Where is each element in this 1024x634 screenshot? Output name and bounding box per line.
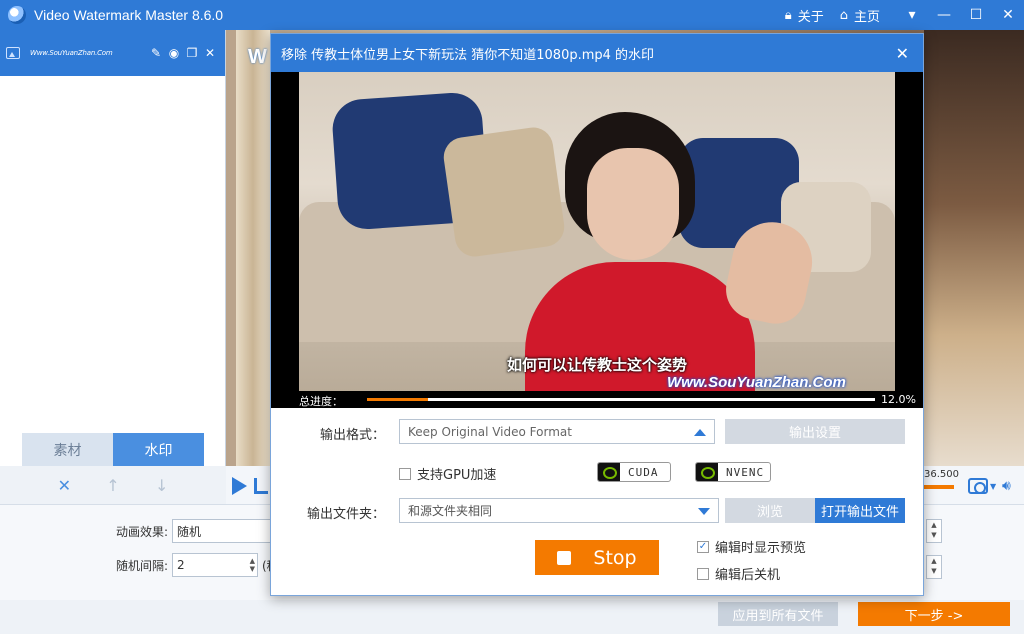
- menu-dropdown-button[interactable]: ▾: [896, 0, 928, 30]
- next-step-button[interactable]: 下一步 ->: [858, 602, 1010, 626]
- gpu-acceleration-checkbox[interactable]: 支持GPU加速: [399, 464, 496, 483]
- minimize-button[interactable]: —: [928, 0, 960, 30]
- dialog-close-button[interactable]: ✕: [896, 44, 909, 63]
- dialog-title: 移除 传教士体位男上女下新玩法 猜你不知道1080p.mp4 的水印: [281, 47, 655, 63]
- camera-dropdown-icon[interactable]: ▼: [990, 482, 996, 491]
- play-icon[interactable]: [232, 477, 247, 495]
- output-format-value: Keep Original Video Format: [408, 424, 572, 439]
- preview-checkbox-box: ✓: [697, 540, 709, 553]
- panel-tabs: 素材 水印: [22, 433, 204, 466]
- about-label: 关于: [797, 9, 824, 25]
- animation-select[interactable]: 随机: [172, 519, 272, 543]
- step-forward-icon[interactable]: [254, 478, 268, 494]
- video-person-face: [587, 148, 679, 260]
- preview-watermark-letter: W: [248, 46, 267, 68]
- apply-to-all-button[interactable]: 应用到所有文件: [718, 602, 838, 626]
- home-link[interactable]: ⌂ 主页: [840, 6, 880, 25]
- video-subtitle: 如何可以让传教士这个姿势: [506, 356, 687, 374]
- gpu-label: 支持GPU加速: [417, 468, 497, 483]
- interval-input[interactable]: 2 ▲ ▼: [172, 553, 258, 577]
- preview-while-editing-label: 编辑时显示预览: [715, 541, 807, 556]
- time-readout: 36.500: [924, 469, 959, 480]
- progress-track: [367, 398, 875, 401]
- interval-label: 随机间隔:: [115, 558, 168, 573]
- title-bar-actions: 🔒︎ 关于 ⌂ 主页 ▾ — ☐ ✕: [785, 0, 1024, 30]
- watermark-list-panel: Www.SouYuanZhan.Com ✎ ◉ ❐ ✕ 素材 水印: [0, 30, 226, 466]
- preview-curtain: [236, 30, 270, 466]
- copy-icon[interactable]: ❐: [183, 46, 201, 60]
- remove-x-icon[interactable]: ✕: [58, 476, 71, 495]
- close-window-button[interactable]: ✕: [992, 0, 1024, 30]
- browse-button[interactable]: 浏览: [725, 498, 815, 523]
- app-logo-icon: [8, 6, 26, 24]
- image-icon: [6, 47, 20, 59]
- gpu-checkbox-box: [399, 467, 411, 480]
- output-folder-select[interactable]: 和源文件夹相同: [399, 498, 719, 523]
- cuda-badge[interactable]: CUDA: [597, 462, 671, 482]
- list-toolbar: ✕ ↑ ↓: [0, 466, 226, 504]
- tab-watermark[interactable]: 水印: [113, 433, 204, 466]
- interval-value: 2: [177, 558, 185, 572]
- move-down-arrow-icon[interactable]: ↓: [155, 476, 168, 495]
- video-frame: 如何可以让传教士这个姿势 Www.SouYuanZhan.Com: [299, 72, 895, 392]
- watermark-item-text: Www.SouYuanZhan.Com: [30, 49, 113, 57]
- progress-percent: 12.0%: [881, 393, 916, 406]
- output-settings-button[interactable]: 输出设置: [725, 419, 905, 444]
- total-progress: 总进度： 12.0%: [271, 391, 923, 408]
- preview-shelf: [924, 30, 1024, 466]
- nvenc-label: NVENC: [726, 465, 765, 479]
- right-spinner-2[interactable]: ▲ ▼: [926, 555, 942, 579]
- timeline-bar[interactable]: [924, 485, 954, 489]
- right-spinner-1[interactable]: ▲ ▼: [926, 519, 942, 543]
- delete-x-icon[interactable]: ✕: [201, 46, 219, 60]
- nvidia-icon: [696, 463, 718, 481]
- interval-row: 随机间隔: 2 ▲▼ (秒: [112, 553, 279, 577]
- app-title: Video Watermark Master 8.6.0: [34, 7, 224, 23]
- footer-bar: 应用到所有文件 下一步 ->: [0, 600, 1024, 634]
- shutdown-checkbox-box: [697, 567, 709, 580]
- watermark-list-item[interactable]: Www.SouYuanZhan.Com ✎ ◉ ❐ ✕: [0, 30, 225, 76]
- output-folder-value: 和源文件夹相同: [408, 504, 493, 518]
- volume-icon[interactable]: 🔊︎: [1002, 478, 1011, 494]
- chevron-up-icon: [694, 429, 706, 436]
- eye-icon[interactable]: ◉: [165, 46, 183, 60]
- progress-label: 总进度：: [299, 395, 343, 408]
- about-link[interactable]: 🔒︎ 关于: [785, 6, 824, 25]
- interval-spinner[interactable]: ▲ ▼: [250, 557, 255, 573]
- nvidia-icon: [598, 463, 620, 481]
- move-up-arrow-icon[interactable]: ↑: [106, 476, 119, 495]
- output-folder-label: 输出文件夹：: [306, 507, 385, 522]
- nvenc-badge[interactable]: NVENC: [695, 462, 771, 482]
- progress-fill: [367, 398, 428, 401]
- edit-pencil-icon[interactable]: ✎: [147, 46, 165, 60]
- output-format-select[interactable]: Keep Original Video Format: [399, 419, 715, 444]
- dialog-header: 移除 传教士体位男上女下新玩法 猜你不知道1080p.mp4 的水印: [271, 34, 923, 72]
- stop-button[interactable]: Stop: [535, 540, 659, 575]
- home-label: 主页: [853, 9, 880, 25]
- shutdown-label: 编辑后关机: [715, 568, 781, 583]
- cuda-label: CUDA: [628, 465, 659, 479]
- animation-label: 动画效果:: [115, 524, 168, 539]
- animation-row: 动画效果: 随机: [112, 519, 272, 543]
- video-watermark-text: Www.SouYuanZhan.Com: [667, 374, 846, 391]
- preview-while-editing-checkbox[interactable]: ✓ 编辑时显示预览: [697, 537, 806, 556]
- lock-icon: 🔒︎: [784, 7, 792, 23]
- video-person: [525, 112, 820, 392]
- stop-label: Stop: [593, 546, 637, 569]
- tab-material[interactable]: 素材: [22, 433, 113, 466]
- output-format-label: 输出格式：: [319, 428, 385, 443]
- camera-icon[interactable]: [968, 478, 988, 494]
- chevron-down-icon: [698, 508, 710, 515]
- stop-square-icon: [557, 550, 572, 565]
- shutdown-after-editing-checkbox[interactable]: 编辑后关机: [697, 564, 780, 583]
- dialog-video-preview: 如何可以让传教士这个姿势 Www.SouYuanZhan.Com 总进度： 12…: [271, 72, 923, 408]
- home-icon: ⌂: [839, 7, 848, 23]
- title-bar: Video Watermark Master 8.6.0 🔒︎ 关于 ⌂ 主页 …: [0, 0, 1024, 30]
- remove-watermark-dialog: 移除 传教士体位男上女下新玩法 猜你不知道1080p.mp4 的水印 ✕ 如何可…: [270, 33, 924, 596]
- open-output-folder-button[interactable]: 打开输出文件: [815, 498, 905, 523]
- maximize-button[interactable]: ☐: [960, 0, 992, 30]
